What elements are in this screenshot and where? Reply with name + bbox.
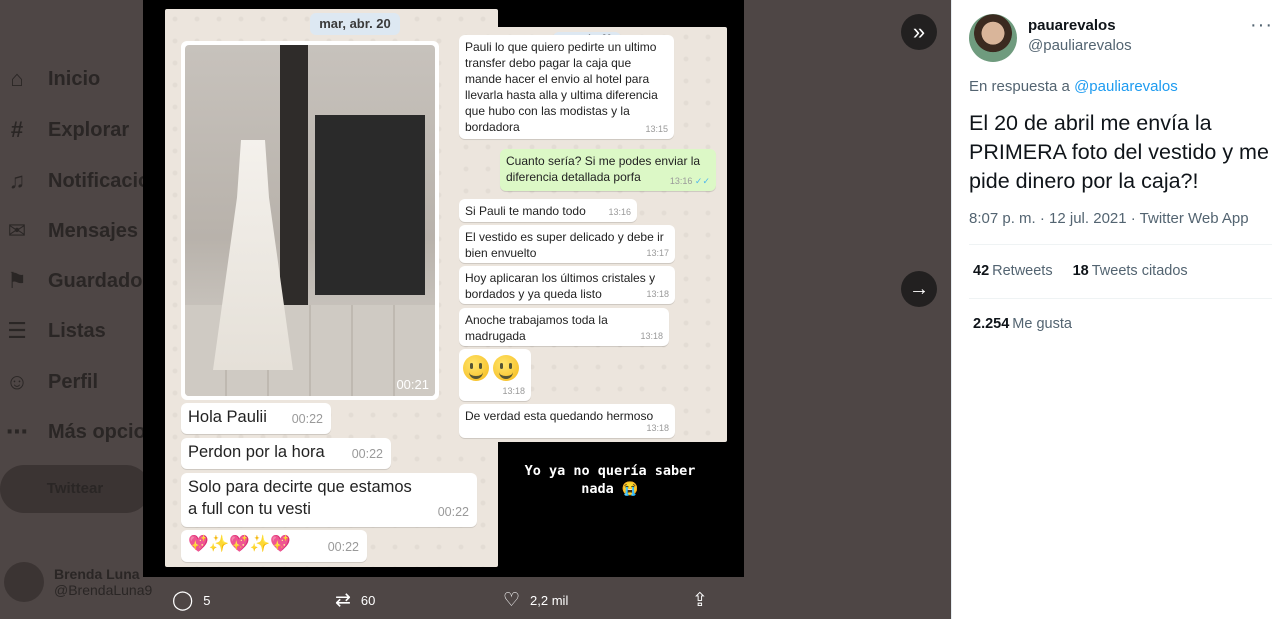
double-chevron-right-icon: » xyxy=(912,19,926,44)
chat-message-outgoing: Cuanto sería? Si me podes enviar la dife… xyxy=(500,149,716,191)
tweet-button: Twittear xyxy=(0,465,150,513)
nav-item-more: ⋯ Más opcio xyxy=(6,419,146,444)
grinning-face-icon xyxy=(493,355,519,381)
retweet-icon: ⇄ xyxy=(335,590,351,611)
hashtag-icon: # xyxy=(10,117,24,142)
tweet-text: El 20 de abril me envía la PRIMERA foto … xyxy=(969,111,1269,193)
reply-icon: ◯ xyxy=(172,590,194,611)
person-icon: ☺ xyxy=(5,369,29,394)
chat-message: Hoy aplicaran los últimos cristales y bo… xyxy=(459,266,675,304)
retweets-link[interactable]: 42 Retweets xyxy=(973,263,1053,279)
chat-message: Perdon por la hora 00:22 xyxy=(181,438,391,469)
avatar[interactable] xyxy=(969,14,1017,62)
tweet-meta[interactable]: 8:07 p. m. · 12 jul. 2021 · Twitter Web … xyxy=(969,210,1249,227)
chat-message-emoji: 💖✨💖✨💖 00:22 xyxy=(181,530,367,562)
tweet-detail-panel: pauarevalos @pauliarevalos ··· En respue… xyxy=(951,0,1287,619)
arrow-right-icon: → xyxy=(909,278,929,300)
nav-item-profile: ☺ Perfil xyxy=(5,369,99,394)
reply-to-link[interactable]: @pauliarevalos xyxy=(1074,78,1178,95)
date-pill: mar, abr. 20 xyxy=(310,13,400,35)
chat-message: De verdad esta quedando hermoso 13:18 xyxy=(459,404,675,438)
retweet-button[interactable]: ⇄ 60 xyxy=(335,589,375,612)
bell-icon: ♫ xyxy=(8,168,26,193)
share-button[interactable]: ⇪ xyxy=(692,589,708,612)
chat-message-emoji: 13:18 xyxy=(459,349,531,401)
bookmark-icon: ⚑ xyxy=(7,268,27,293)
engagement-stats: 42 Retweets 18 Tweets citados xyxy=(973,263,1188,279)
nav-item-messages: ✉ Mensajes xyxy=(4,218,138,244)
dress-photo: 00:21 xyxy=(185,45,435,396)
grinning-face-icon xyxy=(463,355,489,381)
double-check-icon: ✓✓ xyxy=(694,176,710,186)
quote-tweets-link[interactable]: 18 Tweets citados xyxy=(1073,263,1188,279)
chat-message: Hola Paulii 00:22 xyxy=(181,403,331,434)
chat-message: Anoche trabajamos toda la madrugada 13:1… xyxy=(459,308,669,346)
story-caption: Yo ya no quería saber nada 😭 xyxy=(524,463,696,497)
chat-message: Solo para decirte que estamos a full con… xyxy=(181,473,477,527)
nav-item-lists: ☰ Listas xyxy=(4,318,106,344)
nav-item-notifications: ♫ Notificacio xyxy=(4,168,151,194)
more-options-icon[interactable]: ··· xyxy=(1250,14,1273,37)
photo-timestamp: 00:21 xyxy=(396,377,429,392)
reply-context: En respuesta a @pauliarevalos xyxy=(969,78,1178,95)
author-name[interactable]: pauarevalos xyxy=(1028,17,1116,34)
background-nav: ⌂ Inicio # Explorar ♫ Notificacio ✉ Mensajes… xyxy=(0,0,154,619)
chat-message: Pauli lo que quiero pedirte un ultimo tr… xyxy=(459,35,674,139)
divider xyxy=(969,244,1272,245)
like-button[interactable]: ♡ 2,2 mil xyxy=(503,589,568,612)
photo-message: 00:21 xyxy=(181,41,439,400)
divider xyxy=(969,298,1272,299)
profile-handle: @BrendaLuna9 xyxy=(54,582,153,598)
share-icon: ⇪ xyxy=(692,590,708,611)
mail-icon: ✉ xyxy=(7,218,27,243)
likes-link[interactable]: 2.254 Me gusta xyxy=(973,316,1072,332)
reply-button[interactable]: ◯ 5 xyxy=(172,589,211,612)
more-icon: ⋯ xyxy=(6,419,28,444)
list-icon: ☰ xyxy=(7,318,27,343)
nav-item-bookmarks: ⚑ Guardados xyxy=(4,268,153,294)
collapse-panel-button[interactable]: » xyxy=(901,14,937,50)
author-handle[interactable]: @pauliarevalos xyxy=(1028,37,1132,54)
profile-name: Brenda Luna xyxy=(54,566,140,582)
nav-item-home: ⌂ Inicio xyxy=(4,66,100,92)
chat-message: El vestido es super delicado y debe ir b… xyxy=(459,225,675,263)
chat-message: Si Pauli te mando todo 13:16 xyxy=(459,199,637,222)
heart-icon: ♡ xyxy=(503,590,521,611)
nav-item-explore: # Explorar xyxy=(4,117,129,143)
next-media-button[interactable]: → xyxy=(901,271,937,307)
avatar xyxy=(4,562,44,602)
account-switcher: Brenda Luna @BrendaLuna9 xyxy=(4,562,152,602)
home-icon: ⌂ xyxy=(10,66,24,91)
